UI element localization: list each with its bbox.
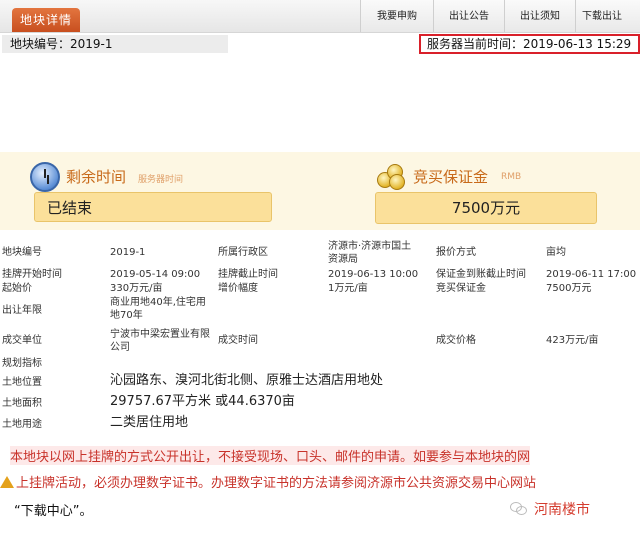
deal-time-label: 成交时间 <box>218 335 258 346</box>
notice-line-2: 上挂牌活动，必须办理数字证书。办理数字证书的方法请参阅济源市公共资源交易中心网站 <box>16 476 537 491</box>
warning-icon <box>0 476 14 488</box>
winner-label: 成交单位 <box>2 335 42 346</box>
increment-label: 增价幅度 <box>218 283 258 294</box>
quote-value: 亩均 <box>546 247 566 258</box>
nav-instructions[interactable]: 出让须知 <box>504 0 575 32</box>
use-label: 土地用途 <box>2 419 42 430</box>
district-label: 所属行政区 <box>218 247 268 258</box>
location-label: 土地位置 <box>2 377 42 388</box>
bid-deposit-value: 7500万元 <box>546 283 592 294</box>
top-nav: 我要申购 出让公告 出让须知 下载出让 <box>360 0 640 32</box>
area-value: 29757.67平方米 或44.6370亩 <box>110 394 295 409</box>
plot-no-label: 地块编号 <box>2 247 42 258</box>
use-value: 二类居住用地 <box>110 415 189 430</box>
end-time-label: 挂牌截止时间 <box>218 269 278 280</box>
notice-line-2-wrap: 上挂牌活动，必须办理数字证书。办理数字证书的方法请参阅济源市公共资源交易中心网站 <box>0 472 536 491</box>
area-label: 土地面积 <box>2 398 42 409</box>
nav-announcement[interactable]: 出让公告 <box>433 0 504 32</box>
start-time-label: 挂牌开始时间 <box>2 269 62 280</box>
notice-line-1: 本地块以网上挂牌的方式公开出让，不接受现场、口头、邮件的申请。如要参与本地块的网 <box>10 446 531 465</box>
nav-download[interactable]: 下载出让 <box>575 0 640 32</box>
bid-deposit-label: 竞买保证金 <box>436 283 486 294</box>
start-price-value: 330万元/亩 <box>110 283 163 294</box>
deal-price-value: 423万元/亩 <box>546 335 599 346</box>
increment-value: 1万元/亩 <box>328 283 368 294</box>
deposit-value: 7500万元 <box>375 192 597 224</box>
remaining-time-sub: 服务器时间 <box>138 175 184 185</box>
quote-label: 报价方式 <box>436 247 476 258</box>
planning-label: 规划指标 <box>2 358 42 369</box>
end-time-value: 2019-06-13 10:00 <box>328 269 419 280</box>
tab-plot-detail[interactable]: 地块详情 <box>12 8 80 32</box>
notice-line-3: “下载中心”。 <box>14 504 93 519</box>
top-bar: 地块详情 我要申购 出让公告 出让须知 下载出让 <box>0 0 640 33</box>
deposit-currency: RMB <box>501 172 522 182</box>
plot-no-value: 2019-1 <box>110 247 146 258</box>
remaining-time-value: 已结束 <box>34 192 272 222</box>
wechat-icon <box>510 500 528 516</box>
server-time: 服务器当前时间：2019-06-13 15:29 <box>419 34 640 54</box>
remaining-time-label: 剩余时间 <box>66 168 127 186</box>
district-value: 济源市·济源市国土资源局 <box>328 241 412 265</box>
start-price-label: 起始价 <box>2 283 32 294</box>
term-label: 出让年限 <box>2 305 42 316</box>
status-panel: 剩余时间 服务器时间 已结束 竞买保证金 RMB 7500万元 <box>0 152 640 230</box>
watermark: 河南楼市 <box>534 502 590 518</box>
plot-number-title: 地块编号：2019-1 <box>2 35 228 53</box>
deposit-deadline-value: 2019-06-11 17:00 <box>546 269 637 280</box>
location-value: 沁园路东、溴河北街北侧、原雅士达酒店用地处 <box>110 373 384 388</box>
coins-icon <box>375 160 405 190</box>
winner-value: 宁波市中梁宏置业有限公司 <box>110 329 210 353</box>
term-value: 商业用地40年,住宅用地70年 <box>110 297 206 321</box>
deal-price-label: 成交价格 <box>436 335 476 346</box>
deposit-label: 竞买保证金 <box>413 168 489 186</box>
nav-apply-purchase[interactable]: 我要申购 <box>360 0 433 32</box>
start-time-value: 2019-05-14 09:00 <box>110 269 201 280</box>
deposit-deadline-label: 保证金到账截止时间 <box>436 269 526 280</box>
sub-header: 地块编号：2019-1 服务器当前时间：2019-06-13 15:29 <box>0 33 640 54</box>
clock-icon <box>30 162 60 192</box>
